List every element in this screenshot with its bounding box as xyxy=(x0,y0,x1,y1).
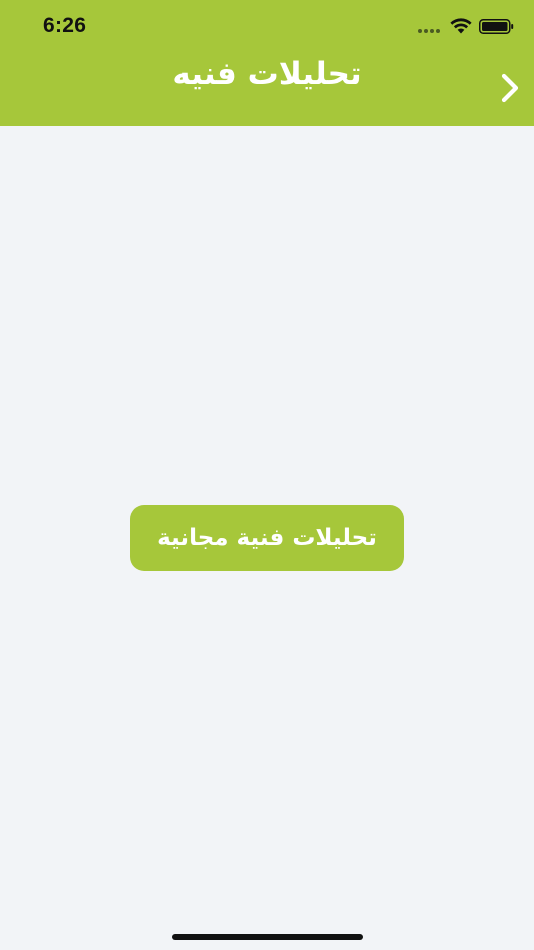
page-title: تحليلات فنيه xyxy=(172,56,362,92)
app-header: 6:26 تحليلات فنيه xyxy=(0,0,534,126)
back-button[interactable] xyxy=(494,70,526,106)
status-time: 6:26 xyxy=(43,14,87,37)
free-technical-analysis-label: تحليلات فنية مجانية xyxy=(157,525,377,551)
battery-icon xyxy=(479,19,514,34)
chevron-right-icon xyxy=(501,73,519,103)
free-technical-analysis-button[interactable]: تحليلات فنية مجانية xyxy=(130,505,404,571)
wifi-icon xyxy=(450,18,472,34)
home-indicator xyxy=(172,934,363,940)
signal-dots-icon xyxy=(418,29,440,33)
